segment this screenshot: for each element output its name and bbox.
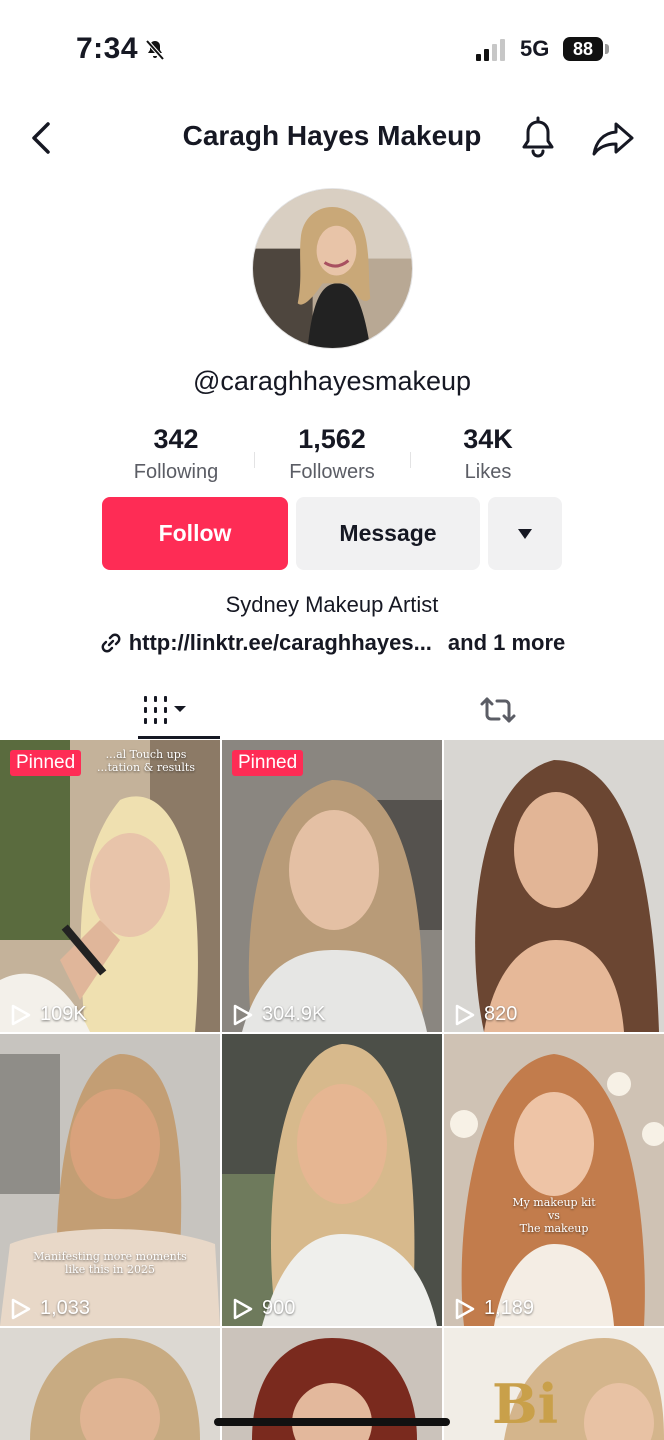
home-indicator[interactable] [214, 1418, 450, 1426]
video-thumbnail: Bi [444, 1328, 664, 1440]
stat-likes[interactable]: 34K Likes [410, 424, 566, 488]
likes-count: 34K [463, 424, 513, 454]
follow-button[interactable]: Follow [102, 497, 288, 570]
video-caption: My makeup kit vs The makeup [512, 1196, 596, 1236]
followers-count: 1,562 [298, 424, 366, 454]
status-bar: 7:34 5G 88 [0, 0, 664, 100]
link-icon [101, 633, 121, 653]
view-count: 900 [232, 1297, 295, 1320]
play-icon [455, 1004, 475, 1025]
repost-icon [480, 697, 516, 723]
tab-videos[interactable] [0, 680, 332, 740]
notification-bell-icon[interactable] [518, 116, 558, 160]
video-thumbnail [444, 740, 664, 1032]
profile-header: Caragh Hayes Makeup [0, 108, 664, 168]
video-tile[interactable]: My makeup kit vs The makeup 1,189 [444, 1034, 664, 1326]
play-icon [233, 1298, 253, 1319]
video-caption: ...al Touch ups ...tation & results [97, 748, 195, 775]
content-tabs [0, 680, 664, 740]
status-time: 7:34 [76, 32, 139, 65]
following-label: Following [133, 461, 219, 483]
video-tile[interactable]: Pinned 304.9K [222, 740, 442, 1032]
network-type: 5G [520, 36, 550, 61]
more-links[interactable]: and 1 more [448, 630, 565, 656]
following-count: 342 [153, 424, 199, 454]
video-thumbnail [444, 1034, 664, 1326]
video-thumbnail [222, 1034, 442, 1326]
stat-followers[interactable]: 1,562 Followers [254, 424, 410, 488]
video-thumbnail [0, 1328, 220, 1440]
video-tile[interactable]: Manifesting more moments like this in 20… [0, 1034, 220, 1326]
stat-following[interactable]: 342 Following [98, 424, 254, 488]
share-arrow-icon[interactable] [590, 116, 636, 160]
view-count: 304.9K [232, 1003, 325, 1026]
caret-down-icon [518, 528, 532, 539]
more-options-button[interactable] [488, 497, 562, 570]
battery-icon: 88 [563, 37, 603, 61]
video-caption: Manifesting more moments like this in 20… [33, 1250, 187, 1277]
profile-link[interactable]: http://linktr.ee/caraghhayes... [129, 630, 432, 656]
view-count: 1,189 [454, 1297, 534, 1320]
view-count: 1,033 [10, 1297, 90, 1320]
stat-divider [410, 452, 411, 468]
profile-links: http://linktr.ee/caraghhayes... and 1 mo… [0, 630, 664, 656]
stat-divider [254, 452, 255, 468]
view-count: 820 [454, 1003, 517, 1026]
play-icon [11, 1004, 31, 1025]
likes-label: Likes [464, 461, 512, 483]
bell-slash-icon [145, 39, 165, 61]
profile-stats: 342 Following 1,562 Followers 34K Likes [98, 424, 566, 488]
view-count: 109K [10, 1003, 87, 1026]
cellular-signal-icon [476, 39, 505, 61]
play-icon [455, 1298, 475, 1319]
video-thumbnail [222, 740, 442, 1032]
back-arrow-icon[interactable] [24, 118, 60, 158]
battery-nub [605, 44, 609, 54]
play-icon [11, 1298, 31, 1319]
pinned-badge: Pinned [10, 750, 82, 776]
video-tile[interactable]: ...al Touch ups ...tation & results Pinn… [0, 740, 220, 1032]
avatar[interactable] [252, 188, 413, 349]
followers-label: Followers [289, 461, 375, 483]
svg-text:Bi: Bi [492, 1372, 558, 1436]
video-thumbnail [0, 740, 220, 1032]
bio: Sydney Makeup Artist [225, 592, 439, 617]
video-tile[interactable]: 900 [222, 1034, 442, 1326]
grid-icon [144, 696, 186, 724]
tab-reposts[interactable] [332, 680, 664, 740]
username: @caraghhayesmakeup [192, 366, 472, 396]
video-thumbnail [0, 1034, 220, 1326]
video-tile[interactable]: Bi [444, 1328, 664, 1440]
avatar-image [253, 189, 412, 348]
play-icon [233, 1004, 253, 1025]
active-tab-indicator [138, 736, 220, 739]
message-button[interactable]: Message [296, 497, 480, 570]
video-tile[interactable]: 820 [444, 740, 664, 1032]
pinned-badge: Pinned [232, 750, 304, 776]
video-tile[interactable] [0, 1328, 220, 1440]
page-title: Caragh Hayes Makeup [182, 120, 482, 151]
